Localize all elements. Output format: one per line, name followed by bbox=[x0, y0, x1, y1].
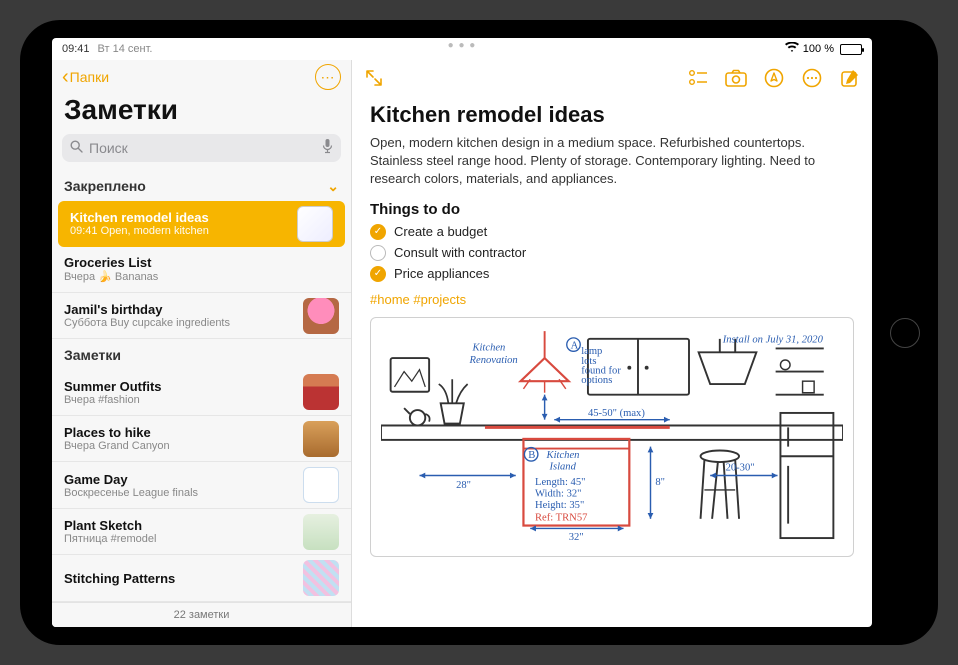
svg-text:A: A bbox=[571, 340, 579, 351]
search-input[interactable]: Поиск bbox=[62, 134, 341, 162]
camera-icon[interactable] bbox=[724, 66, 748, 90]
screen: ● ● ● 09:41 Вт 14 сент. 100 % ‹ Папки bbox=[52, 38, 872, 627]
todo-text: Create a budget bbox=[394, 224, 487, 239]
note-item-title: Groceries List bbox=[64, 255, 339, 270]
search-placeholder: Поиск bbox=[89, 140, 322, 156]
note-thumbnail bbox=[303, 467, 339, 503]
todo-text: Consult with contractor bbox=[394, 245, 526, 260]
note-item-groceries[interactable]: Groceries List Вчера 🍌 Bananas bbox=[52, 247, 351, 293]
compose-icon[interactable] bbox=[838, 66, 862, 90]
note-item-title: Kitchen remodel ideas bbox=[70, 210, 289, 225]
fullscreen-icon[interactable] bbox=[362, 66, 386, 90]
note-item-title: Stitching Patterns bbox=[64, 571, 295, 586]
note-thumbnail bbox=[303, 421, 339, 457]
svg-text:Kitchen: Kitchen bbox=[546, 450, 580, 461]
svg-text:Island: Island bbox=[548, 461, 576, 472]
note-thumbnail bbox=[297, 206, 333, 242]
more-options-button[interactable]: ⋯ bbox=[315, 64, 341, 90]
note-item-sub: Вчера 🍌 Bananas bbox=[64, 270, 339, 283]
note-thumbnail bbox=[303, 560, 339, 596]
note-item-outfits[interactable]: Summer Outfits Вчера #fashion bbox=[52, 369, 351, 416]
ipad-device-frame: ● ● ● 09:41 Вт 14 сент. 100 % ‹ Папки bbox=[20, 20, 938, 645]
svg-text:Renovation: Renovation bbox=[469, 354, 518, 365]
chevron-down-icon: ⌄ bbox=[327, 178, 339, 195]
sidebar: ‹ Папки ⋯ Заметки Поиск Закрепле bbox=[52, 60, 352, 627]
note-item-kitchen[interactable]: Kitchen remodel ideas 09:41 Open, modern… bbox=[58, 201, 345, 247]
note-item-birthday[interactable]: Jamil's birthday Суббота Buy cupcake ing… bbox=[52, 293, 351, 340]
note-item-title: Game Day bbox=[64, 472, 295, 487]
todo-item[interactable]: ✓ Create a budget bbox=[370, 224, 854, 240]
home-button[interactable] bbox=[890, 318, 920, 348]
status-date: Вт 14 сент. bbox=[98, 43, 153, 55]
svg-text:Install on July 31, 2020: Install on July 31, 2020 bbox=[722, 334, 824, 345]
todo-text: Price appliances bbox=[394, 266, 489, 281]
note-description: Open, modern kitchen design in a medium … bbox=[370, 134, 854, 189]
svg-text:45-50" (max): 45-50" (max) bbox=[588, 407, 645, 418]
note-item-sub: Воскресенье League finals bbox=[64, 487, 295, 499]
note-item-sub: Суббота Buy cupcake ingredients bbox=[64, 317, 295, 329]
svg-text:8": 8" bbox=[655, 477, 665, 488]
note-item-stitch[interactable]: Stitching Patterns bbox=[52, 555, 351, 602]
chevron-left-icon: ‹ bbox=[62, 67, 69, 87]
checkbox-unchecked-icon[interactable] bbox=[370, 245, 386, 261]
note-item-title: Places to hike bbox=[64, 425, 295, 440]
svg-text:Height: 35": Height: 35" bbox=[535, 500, 584, 511]
svg-text:32": 32" bbox=[569, 532, 584, 543]
note-item-sub: Вчера #fashion bbox=[64, 394, 295, 406]
svg-text:options: options bbox=[581, 375, 612, 386]
svg-text:28": 28" bbox=[456, 480, 471, 491]
pinned-header-label: Закреплено bbox=[64, 178, 146, 194]
markup-icon[interactable] bbox=[762, 66, 786, 90]
notes-section-header[interactable]: Заметки bbox=[52, 339, 351, 369]
note-item-title: Plant Sketch bbox=[64, 518, 295, 533]
note-item-title: Summer Outfits bbox=[64, 379, 295, 394]
status-time: 09:41 bbox=[62, 43, 90, 55]
pinned-section-header[interactable]: Закреплено ⌄ bbox=[52, 170, 351, 201]
multitask-indicator[interactable]: ● ● ● bbox=[448, 38, 477, 51]
checkbox-checked-icon[interactable]: ✓ bbox=[370, 224, 386, 240]
todo-header: Things to do bbox=[370, 201, 854, 218]
note-item-title: Jamil's birthday bbox=[64, 302, 295, 317]
search-icon bbox=[70, 140, 83, 156]
svg-text:20-30": 20-30" bbox=[726, 462, 755, 473]
svg-text:Kitchen: Kitchen bbox=[471, 342, 505, 353]
notes-header-label: Заметки bbox=[64, 347, 121, 363]
note-item-gameday[interactable]: Game Day Воскресенье League finals bbox=[52, 462, 351, 509]
note-item-hike[interactable]: Places to hike Вчера Grand Canyon bbox=[52, 416, 351, 463]
battery-icon bbox=[840, 44, 862, 55]
svg-text:Ref: TRN57: Ref: TRN57 bbox=[535, 512, 587, 523]
note-item-sub: 09:41 Open, modern kitchen bbox=[70, 225, 289, 237]
sidebar-title: Заметки bbox=[52, 94, 351, 134]
back-button[interactable]: ‹ Папки bbox=[62, 67, 109, 87]
microphone-icon[interactable] bbox=[322, 139, 333, 157]
note-sketch[interactable]: Kitchen Renovation Install on July 31, 2… bbox=[370, 317, 854, 557]
svg-text:B: B bbox=[528, 450, 535, 461]
wifi-icon bbox=[785, 42, 799, 56]
note-item-sub: Пятница #remodel bbox=[64, 533, 295, 545]
note-thumbnail bbox=[303, 514, 339, 550]
notes-count: 22 заметки bbox=[52, 602, 351, 627]
battery-percent: 100 % bbox=[803, 43, 834, 55]
note-thumbnail bbox=[303, 298, 339, 334]
note-body[interactable]: Kitchen remodel ideas Open, modern kitch… bbox=[352, 96, 872, 627]
more-icon[interactable] bbox=[800, 66, 824, 90]
note-item-plant[interactable]: Plant Sketch Пятница #remodel bbox=[52, 509, 351, 556]
note-title: Kitchen remodel ideas bbox=[370, 102, 854, 128]
note-detail: Kitchen remodel ideas Open, modern kitch… bbox=[352, 60, 872, 627]
detail-toolbar bbox=[352, 60, 872, 96]
note-tags[interactable]: #home #projects bbox=[370, 292, 854, 307]
checklist-icon[interactable] bbox=[686, 66, 710, 90]
note-item-sub: Вчера Grand Canyon bbox=[64, 440, 295, 452]
checkbox-checked-icon[interactable]: ✓ bbox=[370, 266, 386, 282]
svg-text:Length: 45": Length: 45" bbox=[535, 477, 585, 488]
back-label: Папки bbox=[70, 69, 109, 85]
svg-text:Width: 32": Width: 32" bbox=[535, 488, 582, 499]
note-thumbnail bbox=[303, 374, 339, 410]
main-columns: ‹ Папки ⋯ Заметки Поиск Закрепле bbox=[52, 60, 872, 627]
todo-item[interactable]: ✓ Price appliances bbox=[370, 266, 854, 282]
todo-item[interactable]: Consult with contractor bbox=[370, 245, 854, 261]
